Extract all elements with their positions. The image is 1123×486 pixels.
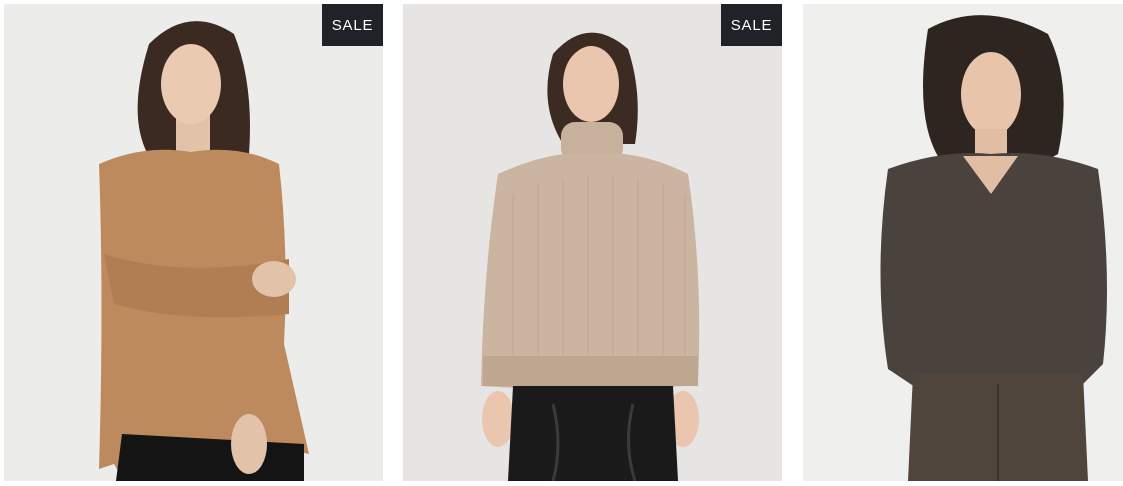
sale-badge: SALE <box>322 4 383 46</box>
product-image[interactable] <box>403 4 782 481</box>
product-image[interactable] <box>4 4 383 481</box>
sale-badge: SALE <box>721 4 782 46</box>
product-card[interactable] <box>803 4 1123 481</box>
product-image[interactable] <box>803 4 1123 481</box>
product-grid: SALE SALE <box>0 0 1123 486</box>
product-card[interactable]: SALE <box>403 4 782 481</box>
product-card[interactable]: SALE <box>4 4 383 481</box>
